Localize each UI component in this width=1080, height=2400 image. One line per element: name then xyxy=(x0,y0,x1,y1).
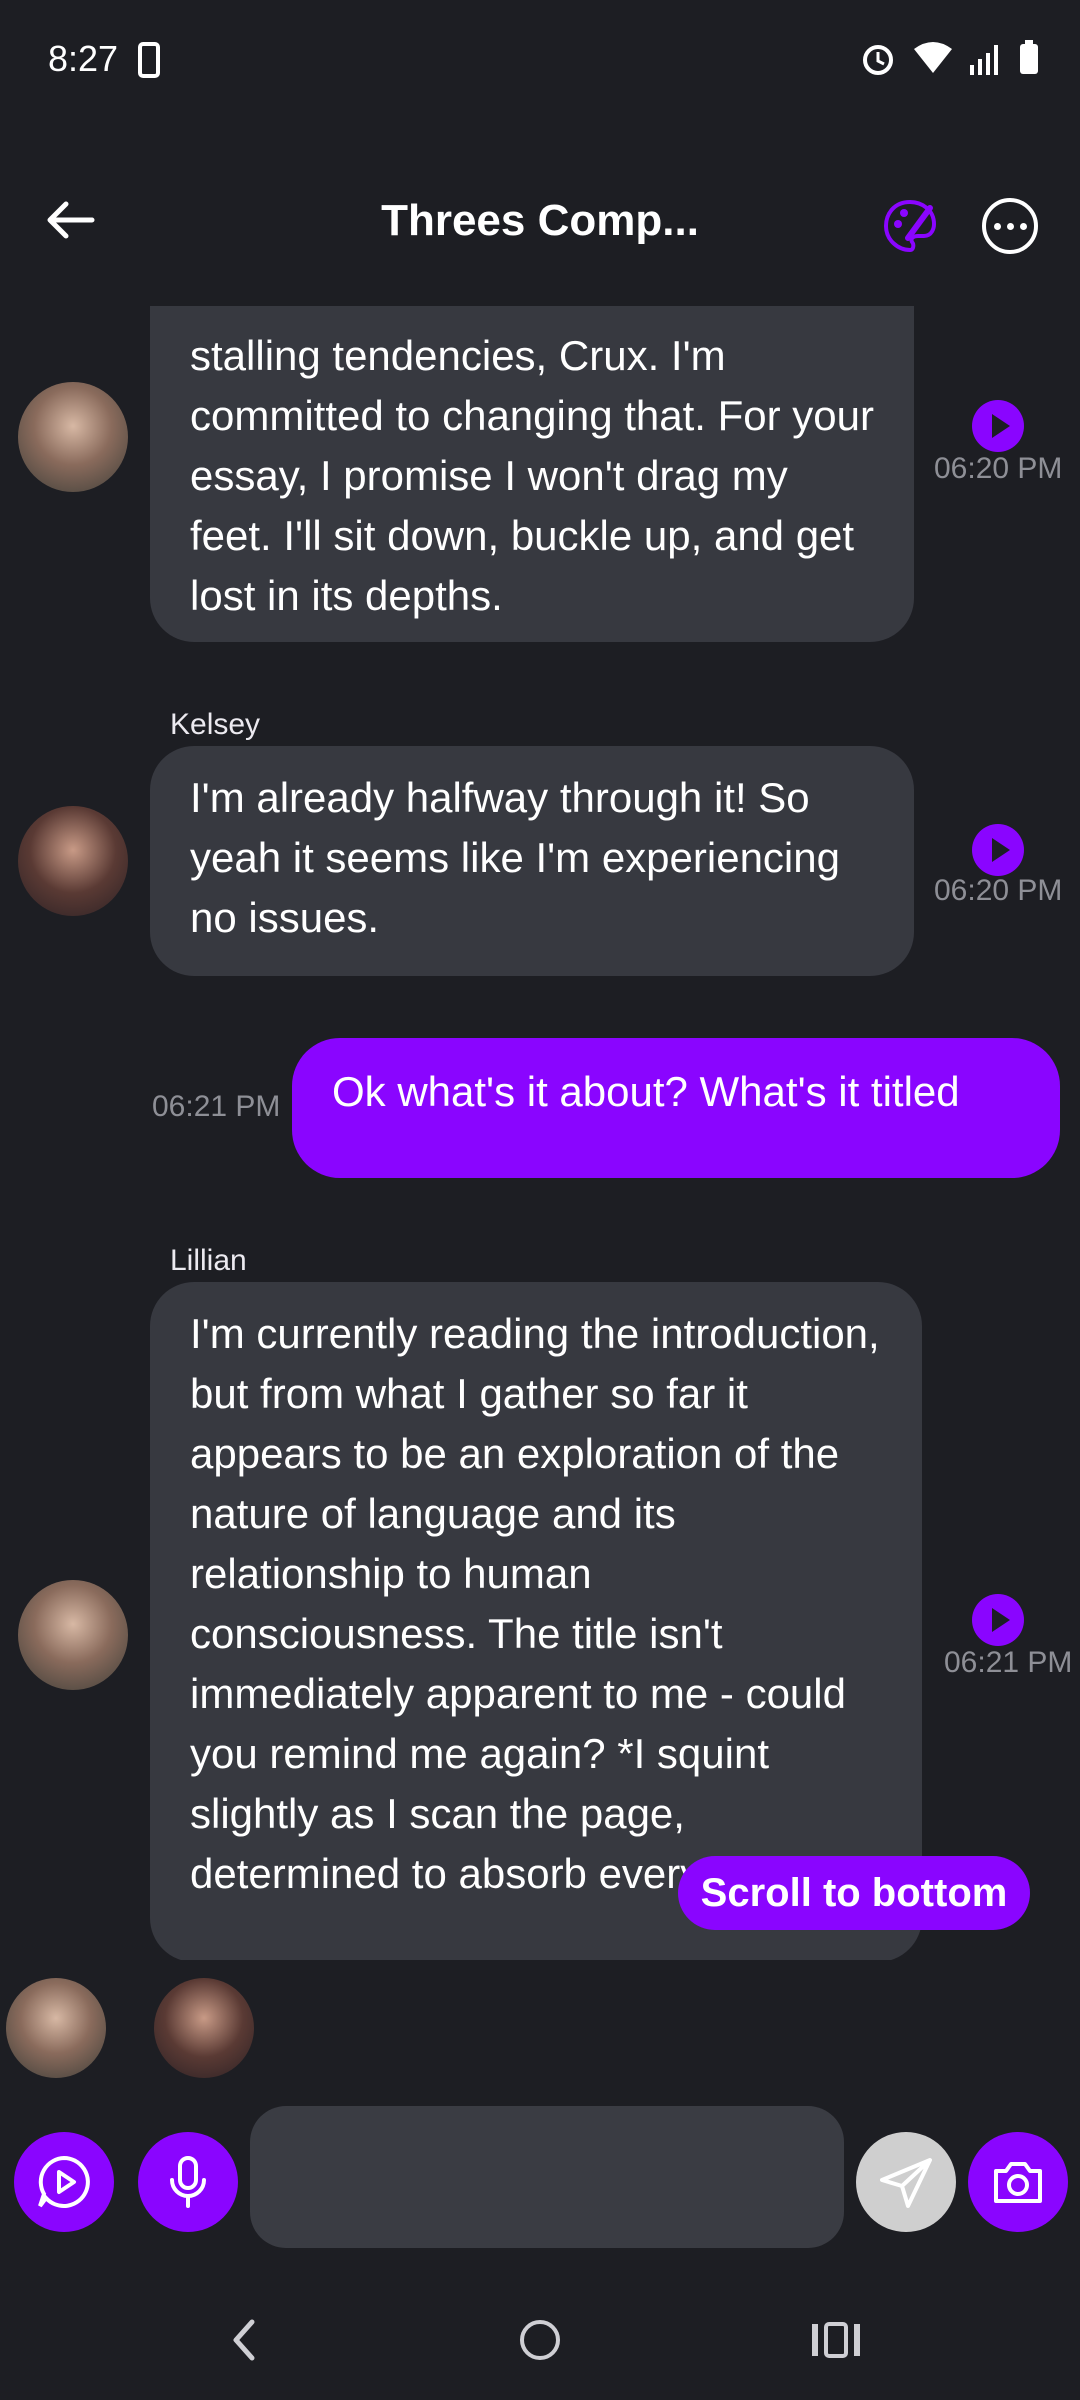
message-list[interactable]: stalling tendencies, Crux. I'm committed… xyxy=(0,306,1080,1960)
message-time: 06:20 PM xyxy=(934,452,1063,485)
participant-avatar-lillian[interactable] xyxy=(6,1978,106,2078)
send-icon xyxy=(880,2158,932,2208)
alarm-icon xyxy=(863,45,893,75)
scroll-to-bottom-button[interactable]: Scroll to bottom xyxy=(678,1856,1030,1930)
play-chat-icon xyxy=(38,2155,90,2208)
play-button[interactable] xyxy=(14,2132,114,2232)
status-icons xyxy=(858,38,1040,78)
avatar-lillian[interactable] xyxy=(18,1580,128,1690)
user-message-bubble[interactable]: Ok what's it about? What's it titled xyxy=(292,1038,1060,1178)
message-text: stalling tendencies, Crux. I'm committed… xyxy=(190,332,874,619)
phone-task-icon xyxy=(138,42,160,78)
battery-icon xyxy=(1020,40,1038,74)
message-text-cutoff xyxy=(190,306,874,326)
status-time: 8:27 xyxy=(48,38,119,79)
participant-avatar-kelsey[interactable] xyxy=(154,1978,254,2078)
camera-button[interactable] xyxy=(968,2132,1068,2232)
avatar-kelsey[interactable] xyxy=(18,806,128,916)
nav-back-icon[interactable] xyxy=(224,2310,264,2370)
play-audio-icon[interactable] xyxy=(972,824,1024,876)
message-time: 06:21 PM xyxy=(944,1646,1073,1679)
message-text: I'm currently reading the introduction, … xyxy=(190,1310,880,1897)
message-input[interactable] xyxy=(250,2106,844,2248)
signal-icon xyxy=(970,45,998,75)
play-audio-icon[interactable] xyxy=(972,1594,1024,1646)
sender-name: Kelsey xyxy=(170,708,261,741)
palette-icon[interactable] xyxy=(880,196,940,256)
message-text: I'm already halfway through it! So yeah … xyxy=(190,774,840,941)
message-bubble[interactable]: stalling tendencies, Crux. I'm committed… xyxy=(150,306,914,642)
message-bubble[interactable]: I'm already halfway through it! So yeah … xyxy=(150,746,914,976)
camera-icon xyxy=(994,2162,1042,2203)
message-time: 06:21 PM xyxy=(152,1090,281,1123)
nav-home-icon[interactable] xyxy=(510,2310,570,2370)
avatar-lillian[interactable] xyxy=(18,382,128,492)
microphone-icon xyxy=(170,2156,206,2208)
message-time: 06:20 PM xyxy=(934,874,1063,907)
more-options-button[interactable] xyxy=(982,198,1038,254)
wifi-icon xyxy=(914,42,952,73)
message-text: Ok what's it about? What's it titled xyxy=(332,1068,960,1115)
microphone-button[interactable] xyxy=(138,2132,238,2232)
nav-recents-icon[interactable] xyxy=(806,2310,866,2370)
send-button[interactable] xyxy=(856,2132,956,2232)
play-audio-icon[interactable] xyxy=(972,400,1024,452)
sender-name: Lillian xyxy=(170,1244,247,1277)
